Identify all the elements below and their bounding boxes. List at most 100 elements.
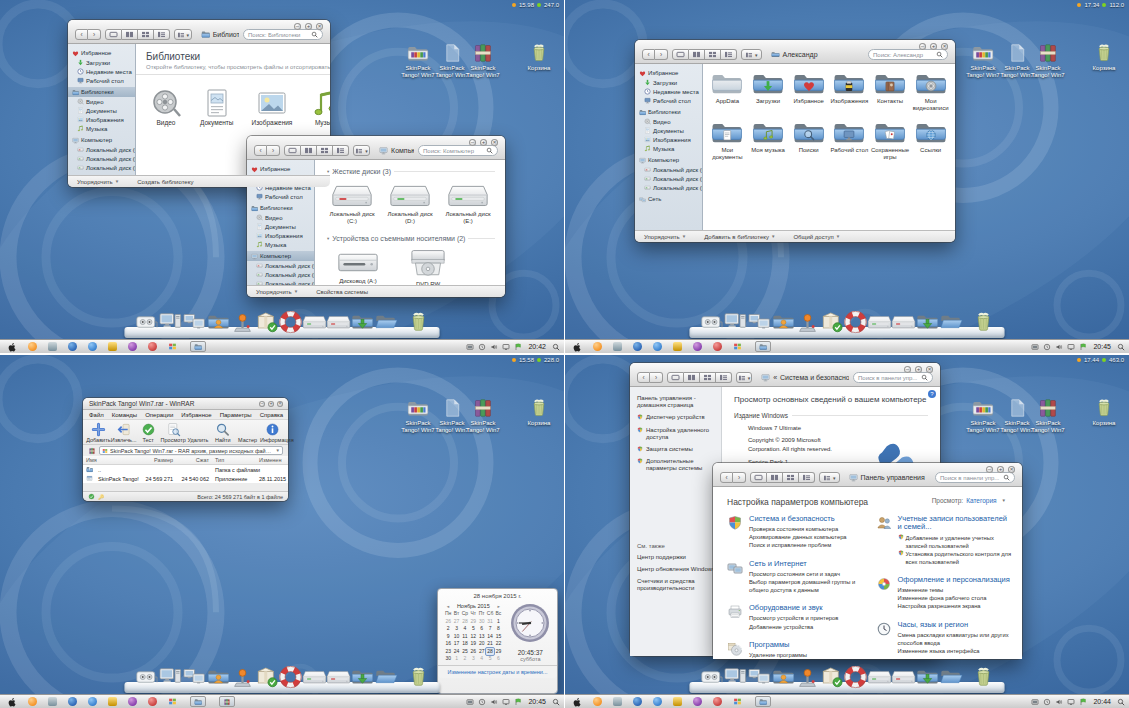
app-blue-icon[interactable]	[653, 342, 662, 351]
view-mode-4-button[interactable]	[154, 29, 170, 40]
menu-item[interactable]: Операции	[145, 412, 173, 418]
category-task-link[interactable]: Изменение темы	[898, 586, 1010, 594]
menu-item[interactable]: Справка	[260, 412, 284, 418]
view-mode-4-button[interactable]	[716, 372, 732, 383]
dock-item-downloads[interactable]	[351, 665, 374, 689]
column-header[interactable]: Тип	[212, 457, 256, 463]
drive-item[interactable]: Локальный диск(C:)	[329, 180, 375, 225]
calendar-day[interactable]: 16	[444, 640, 452, 648]
app-orange-icon[interactable]	[28, 697, 37, 706]
calendar-day[interactable]: 15	[494, 633, 502, 641]
back-button[interactable]: ‹	[637, 372, 650, 383]
folder-item[interactable]: Загрузки	[748, 70, 789, 111]
sidebar-item[interactable]: Музыка	[247, 240, 314, 249]
category-task-link[interactable]: Просмотр устройств и принтеров	[749, 614, 838, 622]
breadcrumb-back[interactable]: «	[773, 374, 777, 381]
menu-item[interactable]: Команды	[112, 412, 137, 418]
sidebar-section-1[interactable]: Библиотеки	[247, 203, 314, 213]
dock-item-power[interactable]	[700, 665, 723, 689]
dock-item-network[interactable]	[183, 665, 206, 689]
view-mode-3-button[interactable]	[783, 472, 799, 483]
change-datetime-link[interactable]: Изменение настроек даты и времени...	[438, 665, 557, 678]
view-mode-2-button[interactable]	[767, 472, 783, 483]
desktop-icon-skinpack-rar[interactable]: SkinPack Tango! Win7	[466, 397, 500, 434]
window-close-button[interactable]: ×	[316, 23, 323, 30]
dock-item-documents[interactable]	[375, 310, 398, 334]
sidebar-item[interactable]: Видео	[68, 97, 135, 106]
category-title-link[interactable]: Оформление и персонализация	[898, 576, 1010, 584]
window-minimize-button[interactable]: –	[259, 401, 265, 407]
dock-item-help[interactable]	[844, 665, 867, 689]
app-blue-icon[interactable]	[88, 342, 97, 351]
category-task-link[interactable]: Изменение языка интерфейса	[898, 647, 1013, 655]
file-row[interactable]: SkinPack Tango! Win7.exe24 569 27124 540…	[83, 474, 288, 483]
test-tool-button[interactable]: Тест	[136, 422, 161, 443]
dock-item-power[interactable]	[135, 665, 158, 689]
desktop-icon-skinpack-file[interactable]: SkinPack Tango! Win7	[435, 42, 469, 79]
window-close-button[interactable]: ×	[941, 43, 948, 50]
view-mode-2-button[interactable]	[689, 49, 705, 60]
desktop-icon-skinpack-file[interactable]: SkinPack Tango! Win7	[1000, 397, 1034, 434]
forward-button[interactable]: ›	[650, 372, 663, 383]
calendar-day[interactable]: 7	[486, 625, 494, 633]
window-minimize-button[interactable]: –	[294, 23, 301, 30]
dock-item-recycle-bin[interactable]	[972, 665, 995, 689]
window-minimize-button[interactable]: –	[904, 366, 911, 373]
window-close-button[interactable]: ×	[1008, 466, 1015, 473]
calendar-day[interactable]: 3	[469, 655, 477, 663]
more-options-dropdown[interactable]: ▾	[736, 372, 752, 383]
sidebar-section-0[interactable]: Избранное	[635, 68, 702, 78]
category-title-link[interactable]: Оборудование и звук	[749, 604, 838, 612]
system-sidebar-item[interactable]: Диспетчер устройств	[637, 414, 717, 421]
breadcrumb-security[interactable]: Система и безопасность	[780, 374, 849, 381]
dock-item-drive-red[interactable]	[892, 665, 915, 689]
app-purple-icon[interactable]	[128, 697, 137, 706]
view-mode-1-button[interactable]	[667, 372, 684, 383]
desktop-icon-skinpack-file[interactable]: SkinPack Tango! Win7	[435, 397, 469, 434]
calendar-day[interactable]: 5	[486, 655, 494, 663]
dock-item-user-folder[interactable]	[207, 665, 230, 689]
dock-item-help[interactable]	[844, 310, 867, 334]
dock-item-user-folder[interactable]	[207, 310, 230, 334]
prev-month-button[interactable]: ◄	[446, 604, 450, 609]
desktop-icon-skinpack-rar[interactable]: SkinPack Tango! Win7	[1031, 397, 1065, 434]
window-close-button[interactable]: ×	[926, 366, 933, 373]
sidebar-item[interactable]: Локальный диск (C	[68, 145, 135, 154]
sidebar-item[interactable]: Локальный диск (C	[635, 165, 702, 174]
dock-item-computer[interactable]	[159, 665, 182, 689]
info-tool-button[interactable]: Информация	[260, 422, 285, 443]
folder-item[interactable]: Рабочий стол	[829, 119, 870, 160]
desktop-icon-skinpack-file[interactable]: SkinPack Tango! Win7	[1000, 42, 1034, 79]
dock-item-user-folder[interactable]	[772, 310, 795, 334]
search-input[interactable]: Поиск в панели упр...	[853, 372, 933, 383]
more-options-dropdown[interactable]: ▾	[819, 472, 840, 483]
app-gray-icon[interactable]	[613, 697, 622, 706]
sidebar-item[interactable]: Локальный диск (D	[635, 174, 702, 183]
view-mode-1-button[interactable]	[105, 29, 122, 40]
taskbar-button-explorer[interactable]	[190, 696, 206, 707]
menu-item[interactable]: Параметры	[220, 412, 252, 418]
app-red-icon[interactable]	[148, 697, 157, 706]
add-tool-button[interactable]: Добавить	[86, 422, 111, 443]
window-maximize-button[interactable]: +	[480, 139, 487, 146]
dock-item-package[interactable]	[820, 665, 843, 689]
app-gray-icon[interactable]	[48, 342, 57, 351]
drive-item[interactable]: Локальный диск(E:)	[445, 180, 491, 225]
dock-item-games[interactable]	[796, 665, 819, 689]
app-sand-icon[interactable]	[108, 342, 117, 351]
calendar-day[interactable]: 20	[478, 640, 486, 648]
folder-item[interactable]: Избранное	[788, 70, 829, 111]
view-mode-1-button[interactable]	[284, 145, 301, 156]
dock-item-downloads[interactable]	[351, 310, 374, 334]
library-item-video[interactable]: Видео	[150, 87, 182, 126]
view-mode-2-button[interactable]	[684, 372, 700, 383]
column-header[interactable]: Сжат	[176, 457, 212, 463]
category-title-link[interactable]: Сеть и Интернет	[749, 560, 864, 568]
forward-button[interactable]: ›	[655, 49, 668, 60]
category-task-link[interactable]: Проверка состояния компьютера	[749, 525, 847, 533]
app-navy-icon[interactable]	[68, 342, 77, 351]
drive-item[interactable]: Дисковод (A:)	[329, 247, 387, 285]
category-task-link[interactable]: Добавление устройства	[749, 623, 838, 631]
calendar-day[interactable]: 1	[452, 655, 460, 663]
calendar-day[interactable]: 2	[461, 655, 469, 663]
